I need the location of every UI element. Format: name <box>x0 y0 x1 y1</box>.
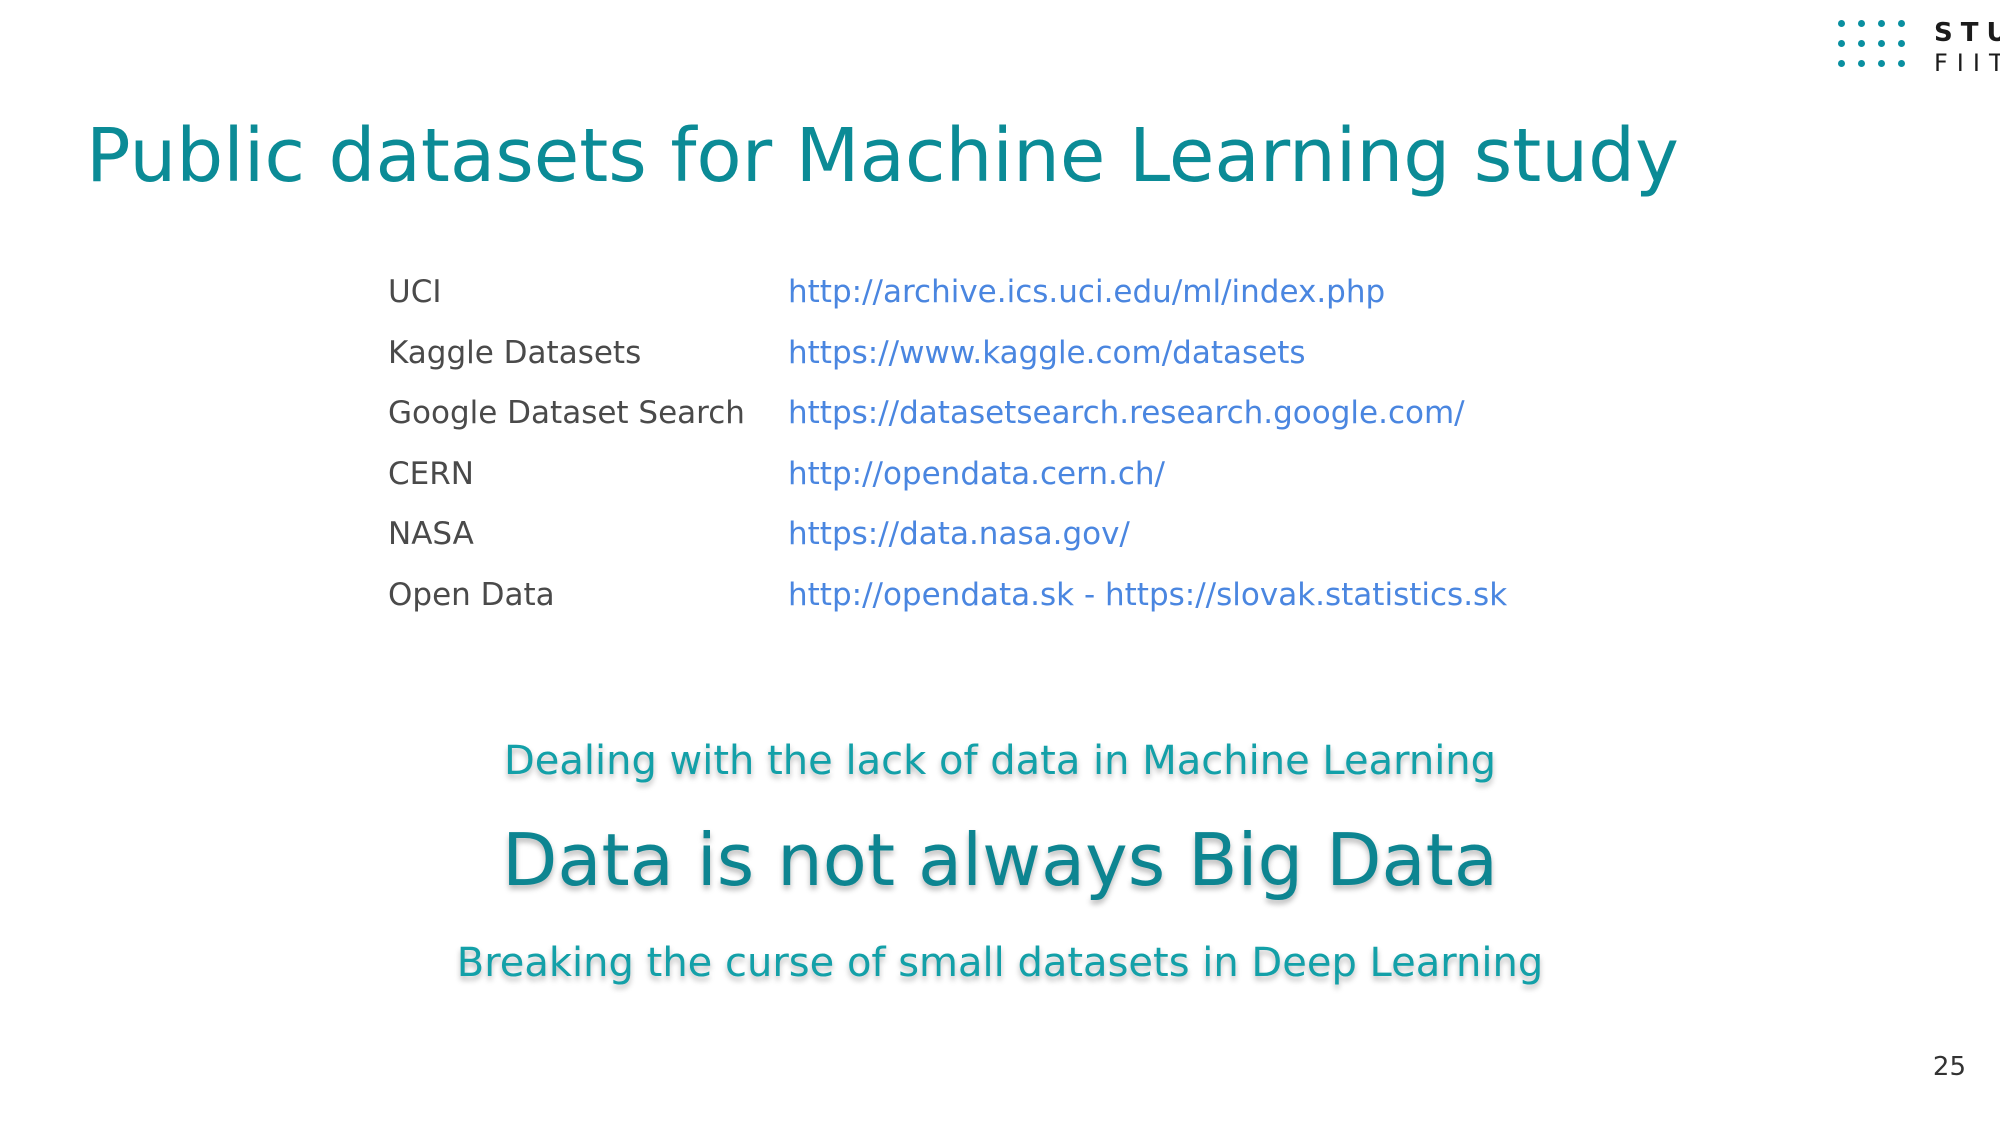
logo-dot <box>1858 60 1865 67</box>
headline-small-datasets: Breaking the curse of small datasets in … <box>456 940 1544 986</box>
stu-fiit-logo: STU FIIT <box>1838 18 2000 78</box>
dataset-name: Open Data <box>388 576 555 613</box>
dataset-row: Open Data http://opendata.sk - https://s… <box>388 565 1588 626</box>
dataset-row: CERN http://opendata.cern.ch/ <box>388 444 1588 505</box>
dataset-link[interactable]: http://opendata.cern.ch/ <box>788 456 1165 492</box>
dataset-link[interactable]: https://data.nasa.gov/ <box>788 516 1130 552</box>
page-number: 25 <box>1932 1052 1966 1082</box>
logo-line-stu: STU <box>1934 18 2000 48</box>
dataset-link[interactable]: https://datasetsearch.research.google.co… <box>788 395 1465 431</box>
slide-title: Public datasets for Machine Learning stu… <box>86 113 1679 199</box>
logo-dot <box>1878 60 1885 67</box>
dataset-row: Kaggle Datasets https://www.kaggle.com/d… <box>388 323 1588 384</box>
headline-big-data: Data is not always Big Data <box>501 818 1499 902</box>
logo-dot <box>1838 60 1845 67</box>
logo-dot <box>1898 40 1905 47</box>
dataset-name: CERN <box>388 455 474 492</box>
dataset-name: Kaggle Datasets <box>388 334 642 371</box>
logo-line-fiit: FIIT <box>1934 49 2000 77</box>
dataset-name: Google Dataset Search <box>388 395 745 432</box>
dataset-row: Google Dataset Search https://datasetsea… <box>388 383 1588 444</box>
dataset-name: UCI <box>388 274 442 311</box>
logo-dot <box>1898 20 1905 27</box>
logo-dot <box>1858 20 1865 27</box>
logo-dot <box>1838 20 1845 27</box>
logo-dot <box>1878 20 1885 27</box>
logo-dot <box>1838 40 1845 47</box>
dataset-row: UCI http://archive.ics.uci.edu/ml/index.… <box>388 262 1588 323</box>
dataset-link[interactable]: https://www.kaggle.com/datasets <box>788 335 1306 371</box>
headline-lack-of-data: Dealing with the lack of data in Machine… <box>503 738 1497 784</box>
logo-dot <box>1898 60 1905 67</box>
dataset-link[interactable]: http://opendata.sk - https://slovak.stat… <box>788 577 1507 613</box>
dataset-link[interactable]: http://archive.ics.uci.edu/ml/index.php <box>788 274 1385 310</box>
logo-dot <box>1878 40 1885 47</box>
dataset-row: NASA https://data.nasa.gov/ <box>388 504 1588 565</box>
dataset-list: UCI http://archive.ics.uci.edu/ml/index.… <box>388 262 1588 625</box>
logo-dot <box>1858 40 1865 47</box>
dataset-name: NASA <box>388 516 474 553</box>
